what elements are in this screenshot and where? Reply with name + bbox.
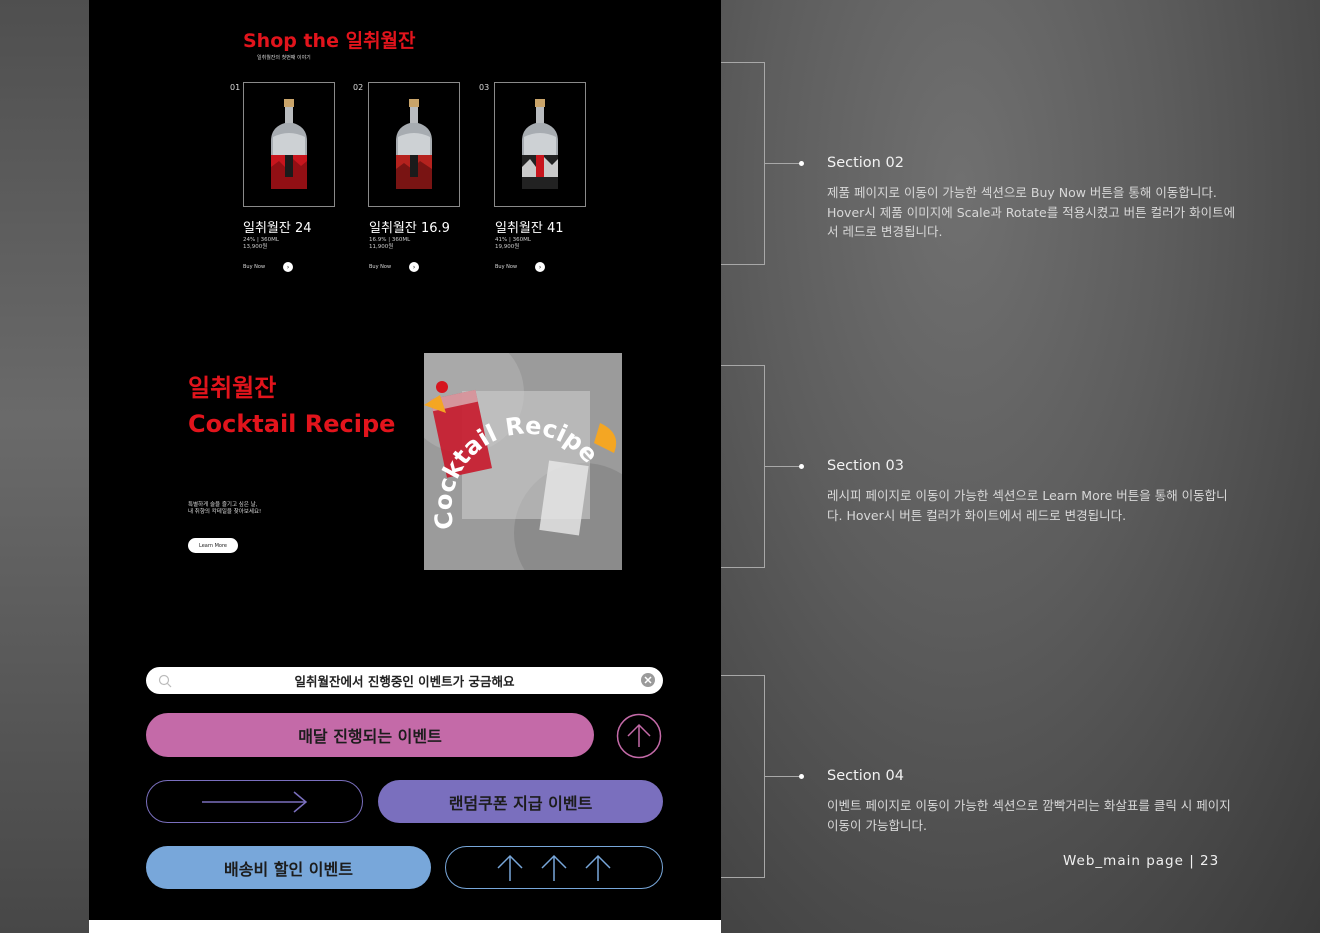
search-text: 일취월잔에서 진행중인 이벤트가 궁금해요	[294, 674, 515, 689]
bullet-dot	[799, 774, 804, 779]
section04-description: 이벤트 페이지로 이동이 가능한 섹션으로 깜빡거리는 화살표를 클릭 시 페이…	[827, 798, 1231, 833]
learn-more-button[interactable]: Learn More	[188, 538, 238, 553]
product-price: 13,900원	[243, 244, 268, 250]
product-number: 03	[479, 83, 490, 92]
arrow-right-icon: ›	[535, 262, 546, 272]
buy-now-button[interactable]: Buy Now ›	[243, 262, 294, 272]
recipe-title-line2: Cocktail Recipe	[188, 410, 396, 438]
arrow-up-circle-icon[interactable]	[616, 713, 662, 759]
arrow-right-icon: ›	[409, 262, 420, 272]
shop-subtitle: 일취월잔의 첫번째 이야기	[257, 55, 311, 61]
monthly-event-button[interactable]: 매달 진행되는 이벤트	[146, 713, 594, 757]
right-backdrop	[721, 0, 1320, 933]
buy-now-label: Buy Now	[243, 264, 266, 270]
left-backdrop	[0, 0, 89, 933]
search-icon	[158, 674, 172, 688]
arrow-right-icon: ›	[283, 262, 294, 272]
product-price: 19,900원	[495, 244, 520, 250]
section04-label: Section 04	[827, 768, 904, 784]
arrow-right-icon	[201, 790, 307, 813]
arrows-up-button[interactable]	[445, 846, 663, 889]
product-image-card[interactable]	[494, 82, 586, 207]
section02-description: 제품 페이지로 이동이 가능한 섹션으로 Buy Now 버튼을 통해 이동합니…	[827, 185, 1236, 239]
shipping-discount-event-button[interactable]: 배송비 할인 이벤트	[146, 846, 431, 889]
product-number: 02	[353, 83, 364, 92]
section02-leader	[765, 163, 801, 164]
buy-now-button[interactable]: Buy Now ›	[369, 262, 420, 272]
bottle-image	[522, 98, 558, 189]
section02-bracket	[721, 62, 765, 265]
recipe-desc-line1: 특별하게 술을 즐기고 싶은 날,	[188, 502, 258, 508]
product-name: 일취월잔 16.9	[369, 221, 450, 236]
triple-arrow-up-icon	[497, 854, 611, 881]
buy-now-button[interactable]: Buy Now ›	[495, 262, 546, 272]
product-price: 11,900원	[369, 244, 394, 250]
page-footer: Web_main page | 23	[1063, 853, 1220, 869]
section03-leader	[765, 466, 801, 467]
product-number: 01	[230, 83, 241, 92]
recipe-title: 일취월잔 Cocktail Recipe	[188, 370, 395, 442]
panel-bottom-strip	[89, 920, 721, 933]
section04-leader	[765, 776, 801, 777]
recipe-title-line1: 일취월잔	[188, 374, 277, 402]
web-mockup-panel: Shop the 일취월잔 일취월잔의 첫번째 이야기 01 일취월잔 24 2…	[89, 0, 721, 920]
product-image-card[interactable]	[243, 82, 335, 207]
section04-bracket	[721, 675, 765, 878]
product-name: 일취월잔 24	[243, 221, 312, 236]
buy-now-label: Buy Now	[369, 264, 392, 270]
arrow-right-button[interactable]	[146, 780, 363, 823]
bottle-image	[396, 98, 432, 189]
random-coupon-event-button[interactable]: 랜덤쿠폰 지급 이벤트	[378, 780, 663, 823]
recipe-description: 특별하게 술을 즐기고 싶은 날, 내 취향의 칵테일을 찾아보세요!	[188, 502, 261, 516]
cocktail-illustration: Cocktail Recipe	[424, 353, 622, 570]
recipe-desc-line2: 내 취향의 칵테일을 찾아보세요!	[188, 509, 262, 515]
section02-label: Section 02	[827, 155, 904, 171]
product-image-card[interactable]	[368, 82, 460, 207]
cocktail-recipe-image[interactable]: Cocktail Recipe	[424, 353, 622, 570]
section03-bracket	[721, 365, 765, 568]
section03-description: 레시피 페이지로 이동이 가능한 섹션으로 Learn More 버튼을 통해 …	[827, 488, 1228, 523]
product-name: 일취월잔 41	[495, 221, 564, 236]
bullet-dot	[799, 464, 804, 469]
clear-icon[interactable]	[640, 672, 656, 688]
section03-label: Section 03	[827, 458, 904, 474]
event-search-bar[interactable]: 일취월잔에서 진행중인 이벤트가 궁금해요	[146, 667, 663, 694]
bottle-image	[271, 98, 307, 189]
buy-now-label: Buy Now	[495, 264, 518, 270]
shop-title: Shop the 일취월잔	[243, 30, 416, 52]
bullet-dot	[799, 161, 804, 166]
